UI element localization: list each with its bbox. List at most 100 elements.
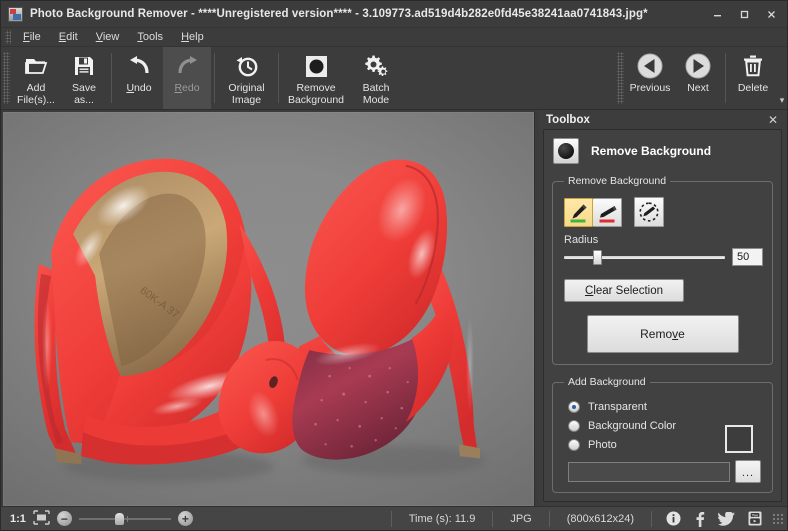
marker-tool-pair — [564, 198, 622, 227]
option-background-color-label: Background Color — [588, 420, 676, 432]
option-photo-label: Photo — [588, 439, 617, 451]
svg-text:You: You — [752, 514, 758, 518]
red-marker-icon — [596, 201, 619, 224]
keep-marker-tool-button[interactable] — [564, 198, 593, 227]
menu-item-view[interactable]: View — [87, 30, 129, 44]
option-transparent[interactable]: Transparent — [568, 401, 763, 413]
window-title: Photo Background Remover - ****Unregiste… — [30, 8, 648, 20]
add-background-body: Transparent Background Color Photo — [562, 401, 763, 483]
close-icon[interactable] — [758, 4, 785, 24]
next-label: Next — [687, 83, 709, 95]
image-canvas-container: 60K-A 37 — [1, 110, 535, 506]
trash-icon — [742, 52, 764, 80]
resize-grip[interactable] — [772, 513, 784, 525]
previous-label: Previous — [630, 83, 671, 95]
remove-background-group: Remove Background — [552, 175, 773, 365]
zoom-in-button[interactable]: + — [178, 511, 193, 526]
title-bar: Photo Background Remover - ****Unregiste… — [1, 1, 787, 28]
facebook-icon[interactable] — [694, 511, 705, 527]
clear-selection-label: Clear Selection — [585, 285, 663, 297]
batch-mode-button[interactable]: Batch Mode — [350, 47, 402, 109]
black-circle-icon — [553, 138, 579, 164]
photo-path-input[interactable] — [568, 462, 730, 482]
zoom-ratio-label[interactable]: 1:1 — [10, 513, 26, 525]
remove-marker-tool-button[interactable] — [593, 198, 622, 227]
gears-icon — [363, 52, 389, 80]
add-files-button[interactable]: Add File(s)... — [12, 47, 60, 109]
zoom-slider[interactable] — [79, 512, 171, 526]
twitter-icon[interactable] — [718, 512, 735, 526]
toolbar-spacer — [402, 47, 617, 109]
maximize-icon[interactable] — [731, 4, 758, 24]
toolbar-right-grip[interactable] — [617, 52, 624, 104]
undo-button[interactable]: Undo — [115, 47, 163, 109]
minimize-icon[interactable] — [704, 4, 731, 24]
radio-photo-icon[interactable] — [568, 439, 580, 451]
previous-button[interactable]: Previous — [626, 47, 674, 109]
photo-app-icon — [8, 7, 23, 22]
menu-tools-rest: ools — [143, 31, 163, 43]
zoom-slider-tick — [127, 516, 128, 522]
menu-view-rest: iew — [103, 31, 120, 43]
remove-button-label: Remove — [640, 327, 685, 341]
batch-mode-label: Batch Mode — [363, 83, 390, 106]
radio-background-color-icon[interactable] — [568, 420, 580, 432]
redo-label: Redo — [174, 83, 199, 95]
background-color-swatch[interactable] — [725, 425, 753, 453]
toolbar-separator-3 — [278, 53, 279, 103]
original-image-label: Original Image — [228, 83, 264, 106]
zoom-slider-thumb[interactable] — [115, 513, 124, 525]
social-links: You — [660, 511, 772, 527]
remove-background-card: Remove Background Remove Background — [543, 129, 782, 502]
menu-item-file[interactable]: File — [14, 30, 50, 44]
menu-item-help[interactable]: Help — [172, 30, 213, 44]
next-button[interactable]: Next — [674, 47, 722, 109]
radius-slider[interactable] — [564, 249, 725, 265]
toolbox-close-icon[interactable]: ✕ — [764, 115, 782, 126]
status-separator-1 — [391, 511, 392, 527]
clock-history-icon — [235, 52, 259, 80]
remove-button[interactable]: Remove — [587, 315, 739, 353]
menu-item-edit[interactable]: Edit — [50, 30, 87, 44]
toolbar-drag-grip[interactable] — [3, 52, 10, 104]
delete-button[interactable]: Delete — [729, 47, 777, 109]
radio-transparent-icon[interactable] — [568, 401, 580, 413]
save-as-button[interactable]: Save as... — [60, 47, 108, 109]
original-image-button[interactable]: Original Image — [218, 47, 275, 109]
remove-background-button[interactable]: Remove Background — [282, 47, 350, 109]
menu-item-tools[interactable]: Tools — [128, 30, 172, 44]
delete-label: Delete — [738, 83, 768, 95]
clear-selection-button[interactable]: Clear Selection — [564, 279, 684, 302]
radius-slider-row: 50 — [564, 248, 763, 266]
image-canvas[interactable]: 60K-A 37 — [3, 112, 535, 506]
menu-drag-grip[interactable] — [5, 30, 11, 44]
status-separator-3 — [549, 511, 550, 527]
toolbar-overflow-button[interactable]: ▾ — [777, 95, 787, 109]
floppy-disk-icon — [73, 52, 95, 80]
toolbar-separator-2 — [214, 53, 215, 103]
radius-value-field[interactable]: 50 — [732, 248, 763, 266]
youtube-icon[interactable]: You — [748, 511, 762, 526]
save-as-label: Save as... — [72, 83, 96, 106]
lasso-eraser-icon — [637, 200, 661, 224]
file-format-label: JPG — [501, 513, 540, 525]
next-arrow-icon — [684, 52, 712, 80]
window-controls — [704, 4, 785, 24]
add-background-group: Add Background Transparent Background Co… — [552, 376, 773, 493]
add-files-label: Add File(s)... — [17, 83, 55, 106]
toolbar-separator-4 — [725, 53, 726, 103]
radius-slider-track — [564, 256, 725, 259]
radius-slider-thumb[interactable] — [593, 250, 602, 265]
green-marker-icon — [567, 201, 590, 224]
tool-header: Remove Background — [551, 136, 774, 171]
redo-button[interactable]: Redo — [163, 47, 211, 109]
lasso-eraser-tool-button[interactable] — [634, 197, 664, 227]
fit-to-screen-icon[interactable] — [33, 510, 50, 528]
info-icon[interactable] — [666, 511, 681, 526]
zoom-out-button[interactable]: − — [57, 511, 72, 526]
browse-photo-button[interactable]: ... — [735, 460, 761, 483]
elapsed-time-label: Time (s): 11.9 — [400, 513, 485, 525]
zoom-slider-track — [79, 518, 171, 520]
previous-arrow-icon — [636, 52, 664, 80]
menu-file-rest: ile — [30, 31, 41, 43]
